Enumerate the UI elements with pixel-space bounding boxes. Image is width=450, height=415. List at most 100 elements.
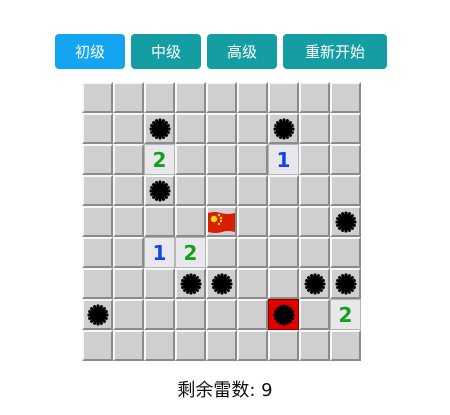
board-cell[interactable]: [175, 144, 206, 175]
board-cell[interactable]: [330, 144, 361, 175]
cell-number: 2: [183, 240, 198, 265]
board-cell[interactable]: [268, 175, 299, 206]
flag-icon: [208, 211, 235, 233]
mines-remaining-status: 剩余雷数: 9: [0, 376, 450, 402]
board-cell[interactable]: [237, 330, 268, 361]
board-cell[interactable]: [299, 299, 330, 330]
board-cell[interactable]: [330, 268, 361, 299]
board-cell[interactable]: [268, 82, 299, 113]
mine-icon: [149, 180, 170, 201]
board-cell[interactable]: [175, 82, 206, 113]
mine-icon: [273, 304, 294, 325]
board-cell[interactable]: [237, 82, 268, 113]
board-cell[interactable]: [144, 113, 175, 144]
board-cell[interactable]: [299, 237, 330, 268]
board-cell[interactable]: [206, 206, 237, 237]
board-cell[interactable]: [113, 82, 144, 113]
board-cell[interactable]: [206, 175, 237, 206]
board-cell[interactable]: [299, 113, 330, 144]
board-cell[interactable]: [330, 82, 361, 113]
board-cell[interactable]: [268, 113, 299, 144]
board-cell[interactable]: [82, 175, 113, 206]
board-cell[interactable]: [206, 113, 237, 144]
board-cell[interactable]: [299, 82, 330, 113]
cell-number: 1: [276, 147, 291, 172]
board-cell[interactable]: [144, 268, 175, 299]
board-cell[interactable]: [175, 299, 206, 330]
board-cell[interactable]: [175, 113, 206, 144]
board-cell[interactable]: 2: [175, 237, 206, 268]
expert-button[interactable]: 高级: [207, 34, 277, 69]
board-cell[interactable]: [206, 268, 237, 299]
mines-remaining-count: 9: [261, 380, 273, 401]
board-cell[interactable]: [206, 82, 237, 113]
board-cell[interactable]: [113, 330, 144, 361]
board-cell[interactable]: [237, 144, 268, 175]
mine-icon: [335, 273, 356, 294]
board-cell[interactable]: [206, 237, 237, 268]
board-cell[interactable]: [113, 175, 144, 206]
mine-icon: [87, 304, 108, 325]
board-cell[interactable]: [268, 299, 299, 330]
board-cell[interactable]: [113, 268, 144, 299]
board-cell[interactable]: [175, 175, 206, 206]
board-cell[interactable]: [330, 206, 361, 237]
board-cell[interactable]: [175, 330, 206, 361]
board-cell[interactable]: [330, 330, 361, 361]
cell-number: 2: [152, 147, 167, 172]
board-cell[interactable]: [268, 206, 299, 237]
board-cell[interactable]: 2: [144, 144, 175, 175]
board-cell[interactable]: [144, 330, 175, 361]
board-cell[interactable]: [144, 299, 175, 330]
board-cell[interactable]: [299, 144, 330, 175]
board-cell[interactable]: [144, 175, 175, 206]
board-cell[interactable]: [237, 206, 268, 237]
board-cell[interactable]: [113, 113, 144, 144]
board-cell[interactable]: 1: [268, 144, 299, 175]
board-cell[interactable]: [82, 237, 113, 268]
board-cell[interactable]: [206, 330, 237, 361]
board-cell[interactable]: 1: [144, 237, 175, 268]
board-cell[interactable]: [113, 299, 144, 330]
board-cell[interactable]: [237, 175, 268, 206]
board-cell[interactable]: [113, 206, 144, 237]
board-cell[interactable]: [206, 144, 237, 175]
board-cell[interactable]: [330, 237, 361, 268]
mine-icon: [180, 273, 201, 294]
board-cell[interactable]: [299, 268, 330, 299]
mine-icon: [304, 273, 325, 294]
board-cell[interactable]: [113, 144, 144, 175]
board-cell[interactable]: [144, 206, 175, 237]
board-cell[interactable]: [82, 82, 113, 113]
board-cell[interactable]: [237, 299, 268, 330]
cell-number: 1: [152, 240, 167, 265]
board-cell[interactable]: [237, 113, 268, 144]
intermediate-button[interactable]: 中级: [131, 34, 201, 69]
board-cell[interactable]: [206, 299, 237, 330]
board-cell[interactable]: 2: [330, 299, 361, 330]
board-cell[interactable]: [237, 237, 268, 268]
board-cell[interactable]: [82, 144, 113, 175]
board-cell[interactable]: [82, 330, 113, 361]
board-cell[interactable]: [82, 268, 113, 299]
board-cell[interactable]: [299, 175, 330, 206]
board-cell[interactable]: [330, 175, 361, 206]
board-cell[interactable]: [82, 206, 113, 237]
restart-button[interactable]: 重新开始: [283, 34, 387, 69]
board-cell[interactable]: [299, 330, 330, 361]
board-cell[interactable]: [268, 268, 299, 299]
board-cell[interactable]: [113, 237, 144, 268]
board-cell[interactable]: [330, 113, 361, 144]
board-cell[interactable]: [268, 237, 299, 268]
board-cell[interactable]: [175, 268, 206, 299]
board-cell[interactable]: [299, 206, 330, 237]
board-cell[interactable]: [175, 206, 206, 237]
mine-icon: [149, 118, 170, 139]
board-cell[interactable]: [82, 299, 113, 330]
board-cell[interactable]: [268, 330, 299, 361]
mine-icon: [211, 273, 232, 294]
board-cell[interactable]: [237, 268, 268, 299]
beginner-button[interactable]: 初级: [55, 34, 125, 69]
board-cell[interactable]: [144, 82, 175, 113]
board-cell[interactable]: [82, 113, 113, 144]
